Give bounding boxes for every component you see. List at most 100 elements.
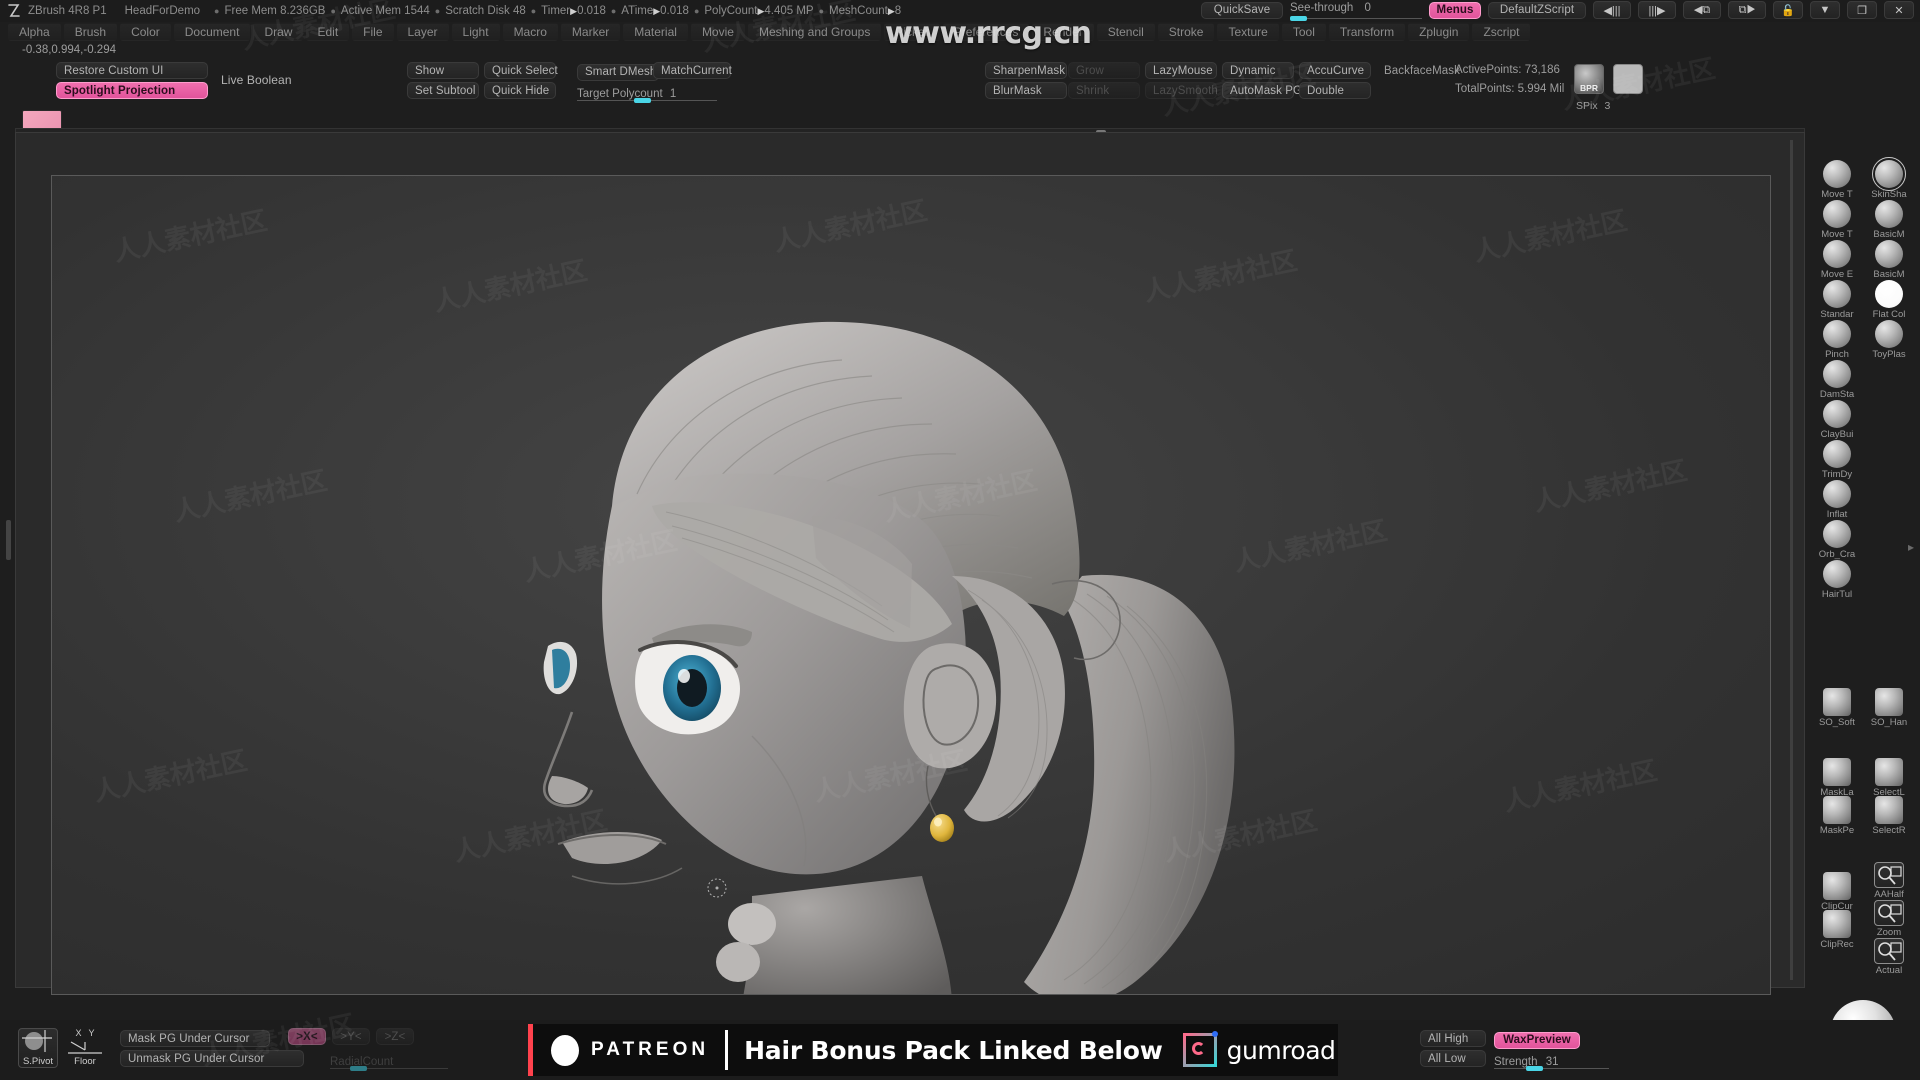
- show-button[interactable]: Show: [407, 62, 479, 79]
- right-panel-expand-icon[interactable]: ▸: [1908, 540, 1914, 554]
- mask-pg-under-cursor-button[interactable]: Mask PG Under Cursor: [120, 1030, 270, 1047]
- brush-move-t[interactable]: Move T: [1812, 160, 1862, 200]
- menu-item-color[interactable]: Color: [120, 23, 171, 41]
- brush-hairtul[interactable]: HairTul: [1812, 560, 1862, 600]
- sculpt-model[interactable]: [52, 176, 1771, 995]
- target-polycount-knob[interactable]: [634, 97, 651, 103]
- quicksave-button[interactable]: QuickSave: [1201, 1, 1283, 19]
- clip-cliprec[interactable]: ClipRec: [1812, 910, 1862, 950]
- automask-pg-button[interactable]: AutoMask PG: [1222, 82, 1302, 99]
- left-edge-handle[interactable]: [6, 520, 11, 560]
- zscript-button[interactable]: DefaultZScript: [1488, 1, 1586, 19]
- gumroad-logo[interactable]: gumroad: [1182, 1031, 1336, 1067]
- unmask-pg-under-cursor-button[interactable]: Unmask PG Under Cursor: [120, 1050, 304, 1067]
- brush-orb-cra[interactable]: Orb_Cra: [1812, 520, 1862, 560]
- restore-custom-ui-button[interactable]: Restore Custom UI: [56, 62, 208, 79]
- material-basicm[interactable]: BasicM: [1864, 240, 1914, 280]
- zoom-tool-actual[interactable]: Actual: [1864, 938, 1914, 976]
- brush-damsta[interactable]: DamSta: [1812, 360, 1862, 400]
- brush-claybui[interactable]: ClayBui: [1812, 400, 1862, 440]
- prev-subtool-icon[interactable]: ◀⧉: [1683, 1, 1721, 19]
- next-subtool-icon[interactable]: ⧉▶: [1728, 1, 1766, 19]
- menu-item-draw[interactable]: Draw: [253, 23, 304, 41]
- floor-axis-y-label[interactable]: Y: [89, 1028, 95, 1038]
- material-flat-col[interactable]: Flat Col: [1864, 280, 1914, 320]
- viewport-document[interactable]: 人人素材社区 人人素材社区 人人素材社区 人人素材社区 人人素材社区 人人素材社…: [51, 175, 1771, 995]
- all-low-button[interactable]: All Low: [1420, 1050, 1486, 1067]
- stroke-so-han[interactable]: SO_Han: [1864, 688, 1914, 728]
- restore-icon[interactable]: ❐: [1847, 1, 1877, 19]
- minimize-icon[interactable]: ▼: [1810, 1, 1840, 19]
- symmetry-z-button[interactable]: >Z<: [376, 1028, 414, 1045]
- sharpen-mask-button[interactable]: SharpenMask: [985, 62, 1067, 79]
- material-basicm[interactable]: BasicM: [1864, 200, 1914, 240]
- menu-item-zscript[interactable]: Zscript: [1472, 23, 1531, 41]
- spotlight-projection-button[interactable]: Spotlight Projection: [56, 82, 208, 99]
- menu-item-render[interactable]: Render: [1032, 23, 1094, 41]
- stroke-so-soft[interactable]: SO_Soft: [1812, 688, 1862, 728]
- quick-select-button[interactable]: Quick Select: [484, 62, 558, 79]
- mask-selectr[interactable]: SelectR: [1864, 796, 1914, 836]
- prev-palette-icon[interactable]: ◀|||: [1593, 1, 1631, 19]
- floor-button[interactable]: X Y Floor: [62, 1028, 108, 1068]
- mask-selectl[interactable]: SelectL: [1864, 758, 1914, 798]
- quick-hide-button[interactable]: Quick Hide: [484, 82, 556, 99]
- lock-icon[interactable]: 🔓: [1773, 1, 1803, 19]
- radial-count-slider[interactable]: RadialCount: [330, 1052, 448, 1071]
- brush-trimdy[interactable]: TrimDy: [1812, 440, 1862, 480]
- brush-standar[interactable]: Standar: [1812, 280, 1862, 320]
- accucurve-button[interactable]: AccuCurve: [1299, 62, 1371, 79]
- menu-item-stencil[interactable]: Stencil: [1096, 23, 1155, 41]
- mask-maskpe[interactable]: MaskPe: [1812, 796, 1862, 836]
- brush-inflat[interactable]: Inflat: [1812, 480, 1862, 520]
- symmetry-x-button[interactable]: >X<: [288, 1028, 326, 1045]
- menu-item-preferences[interactable]: Preferences: [942, 23, 1030, 41]
- right-edge-scrollbar[interactable]: [1790, 140, 1793, 980]
- menu-item-meshing-and-groups[interactable]: Meshing and Groups: [747, 23, 882, 41]
- see-through-knob[interactable]: [1290, 15, 1307, 21]
- render-preview-swatch[interactable]: [1613, 64, 1643, 94]
- double-button[interactable]: Double: [1299, 82, 1371, 99]
- zoom-tool-zoom[interactable]: Zoom: [1864, 900, 1914, 938]
- close-icon[interactable]: ✕: [1884, 1, 1914, 19]
- menu-item-marker[interactable]: Marker: [560, 23, 621, 41]
- radial-count-knob[interactable]: [350, 1066, 367, 1071]
- smart-dmesh-button[interactable]: Smart DMesh: [577, 63, 659, 81]
- menu-item-layer[interactable]: Layer: [396, 23, 449, 41]
- menu-item-transform[interactable]: Transform: [1328, 23, 1406, 41]
- dynamic-button[interactable]: Dynamic: [1222, 62, 1294, 79]
- target-polycount-slider[interactable]: Target Polycount 1: [577, 84, 717, 103]
- symmetry-y-button[interactable]: >Y<: [332, 1028, 370, 1045]
- blur-mask-button[interactable]: BlurMask: [985, 82, 1067, 99]
- wax-preview-button[interactable]: WaxPreview: [1494, 1031, 1580, 1049]
- spivot-button[interactable]: S.Pivot: [18, 1028, 58, 1068]
- menu-item-macro[interactable]: Macro: [502, 23, 558, 41]
- menu-item-zplugin[interactable]: Zplugin: [1408, 23, 1470, 41]
- mask-maskla[interactable]: MaskLa: [1812, 758, 1862, 798]
- material-skinsha[interactable]: SkinSha: [1864, 157, 1914, 200]
- menu-item-light[interactable]: Light: [451, 23, 500, 41]
- menu-item-stroke[interactable]: Stroke: [1157, 23, 1215, 41]
- bpr-render-icon[interactable]: BPR: [1574, 64, 1604, 94]
- menu-item-alpha[interactable]: Alpha: [8, 23, 61, 41]
- brush-pinch[interactable]: Pinch: [1812, 320, 1862, 360]
- material-toyplas[interactable]: ToyPlas: [1864, 320, 1914, 360]
- backface-mask-button[interactable]: BackfaceMask: [1377, 62, 1467, 79]
- strength-track[interactable]: [1494, 1067, 1609, 1069]
- next-palette-icon[interactable]: |||▶: [1638, 1, 1676, 19]
- match-current-button[interactable]: MatchCurrent: [653, 62, 732, 79]
- strength-knob[interactable]: [1526, 1065, 1543, 1071]
- menu-item-brush[interactable]: Brush: [63, 23, 118, 41]
- lazy-smooth-button[interactable]: LazySmooth: [1145, 82, 1218, 99]
- radial-count-track[interactable]: [330, 1068, 448, 1069]
- see-through-track[interactable]: [1290, 17, 1422, 19]
- zbrush-logo-icon[interactable]: [6, 3, 22, 19]
- set-subtool-button[interactable]: Set Subtool: [407, 82, 479, 99]
- menu-item-tool[interactable]: Tool: [1281, 23, 1326, 41]
- lazy-mouse-button[interactable]: LazyMouse: [1145, 62, 1217, 79]
- spix-slider[interactable]: SPix 3: [1576, 96, 1640, 113]
- menu-item-file[interactable]: File: [352, 23, 394, 41]
- strength-slider[interactable]: Strength 31: [1494, 1052, 1609, 1071]
- menu-item-material[interactable]: Material: [623, 23, 688, 41]
- clip-clipcur[interactable]: ClipCur: [1812, 872, 1862, 912]
